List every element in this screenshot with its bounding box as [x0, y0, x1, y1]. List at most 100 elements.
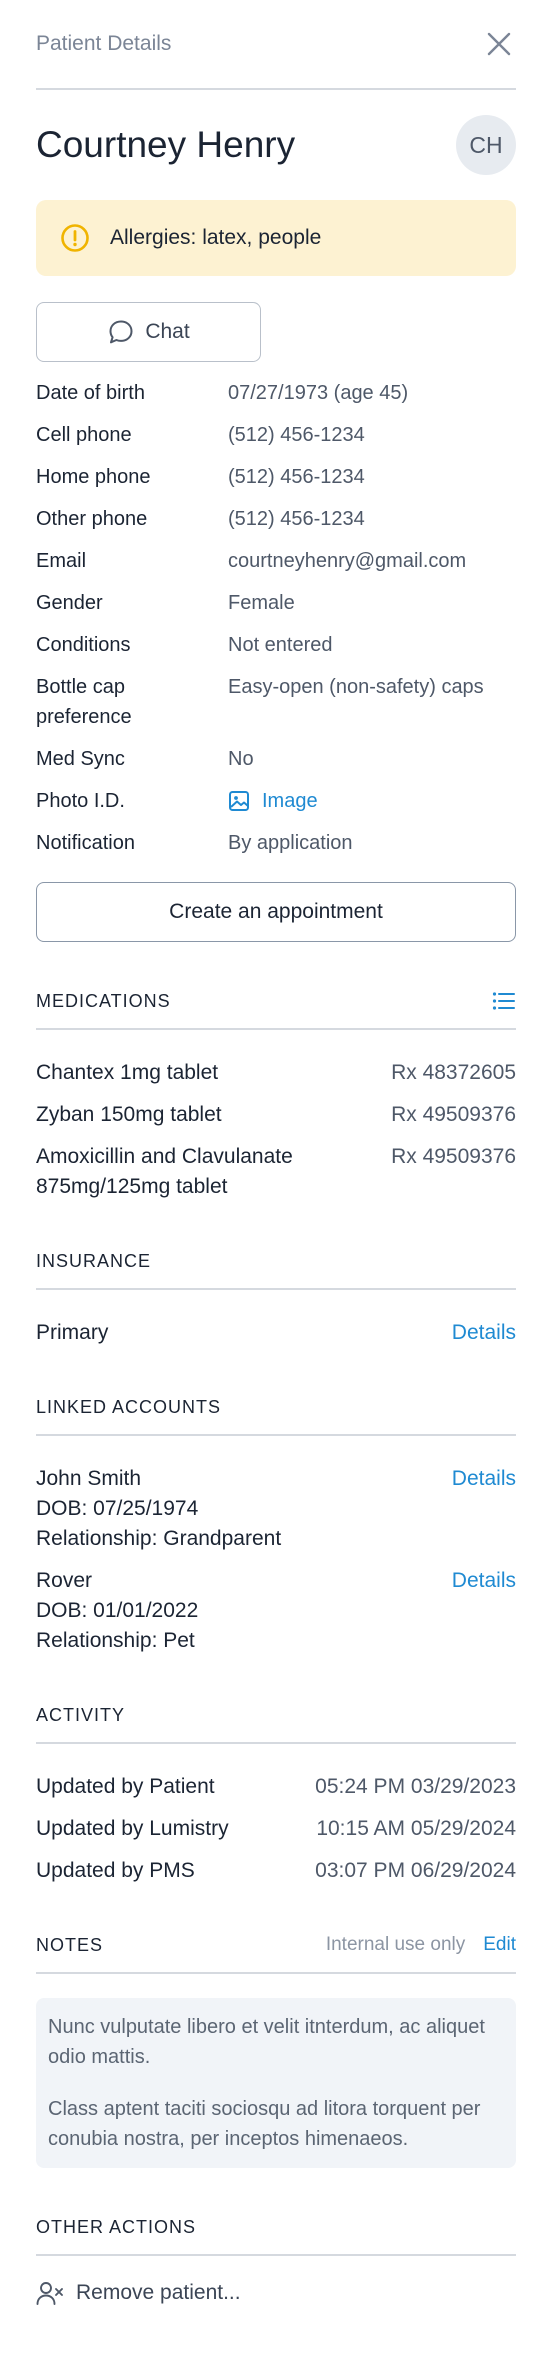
create-appointment-button[interactable]: Create an appointment: [36, 882, 516, 942]
activity-time: 03:07 PM 06/29/2024: [315, 1859, 516, 1882]
medication-name: Amoxicillin and Clavulanate 875mg/125mg …: [36, 1145, 293, 1198]
info-label: Email: [36, 550, 87, 572]
panel-header: Patient Details: [36, 0, 516, 90]
patient-header: Courtney Henry CH: [36, 90, 516, 200]
info-label: Med Sync: [36, 748, 125, 770]
notes-box: Nunc vulputate libero et velit itnterdum…: [36, 1998, 516, 2168]
other-actions-section: OTHER ACTIONS Remove patient...: [36, 2212, 516, 2306]
linked-accounts-section: LINKED ACCOUNTS John Smith DOB: 07/25/19…: [36, 1392, 516, 1656]
remove-patient-button[interactable]: Remove patient...: [36, 2280, 516, 2306]
linked-account-details-link[interactable]: Details: [452, 1566, 516, 1656]
activity-label: Updated by PMS: [36, 1859, 195, 1882]
section-title: NOTES: [36, 1934, 104, 1955]
insurance-details-link[interactable]: Details: [452, 1318, 516, 1348]
activity-row: Updated by Lumistry 10:15 AM 05/29/2024: [36, 1814, 516, 1844]
info-value: (512) 456-1234: [228, 508, 365, 530]
linked-account-info: John Smith DOB: 07/25/1974 Relationship:…: [36, 1464, 281, 1554]
info-value: courtneyhenry@gmail.com: [228, 550, 467, 572]
info-label: Other phone: [36, 508, 148, 530]
medication-row: Zyban 150mg tablet Rx 49509376: [36, 1100, 516, 1130]
info-value: Not entered: [228, 634, 333, 656]
section-title: OTHER ACTIONS: [36, 2216, 197, 2237]
notes-edit-link[interactable]: Edit: [483, 1934, 516, 1956]
activity-list: Updated by Patient 05:24 PM 03/29/2023 U…: [36, 1744, 516, 1886]
linked-account-name: John Smith: [36, 1467, 142, 1490]
linked-accounts-list: John Smith DOB: 07/25/1974 Relationship:…: [36, 1436, 516, 1656]
image-icon: [229, 791, 249, 811]
warning-circle-icon: [61, 224, 89, 252]
section-header: MEDICATIONS: [36, 986, 516, 1030]
notes-body: Nunc vulputate libero et velit itnterdum…: [36, 1974, 516, 2168]
patient-info-list: Date of birth 07/27/1973 (age 45) Cell p…: [36, 378, 516, 858]
notes-hint: Internal use only: [325, 1934, 466, 1955]
info-value: (512) 456-1234: [228, 424, 365, 446]
info-label: Bottle cap preference: [36, 676, 132, 728]
info-row-other-phone: Other phone (512) 456-1234: [36, 504, 516, 534]
linked-account-dob: DOB: 07/25/1974: [36, 1497, 199, 1520]
notes-actions: Internal use only Edit: [326, 1934, 516, 1956]
activity-row: Updated by PMS 03:07 PM 06/29/2024: [36, 1856, 516, 1886]
photo-id-link[interactable]: Image: [228, 786, 516, 816]
medication-name: Zyban 150mg tablet: [36, 1103, 222, 1126]
section-title: LINKED ACCOUNTS: [36, 1396, 222, 1417]
medication-rx: Rx 49509376: [391, 1145, 516, 1168]
medication-name: Chantex 1mg tablet: [36, 1061, 219, 1084]
close-icon: [487, 32, 511, 56]
close-button[interactable]: [482, 27, 516, 61]
note-paragraph: Class aptent taciti sociosqu ad litora t…: [48, 2098, 481, 2150]
medications-list: Chantex 1mg tablet Rx 48372605 Zyban 150…: [36, 1030, 516, 1202]
panel-title: Patient Details: [36, 32, 172, 55]
info-row-med-sync: Med Sync No: [36, 744, 516, 774]
allergy-text: Allergies: latex, people: [110, 226, 322, 249]
note-paragraph: Nunc vulputate libero et velit itnterdum…: [48, 2016, 485, 2068]
medication-rx: Rx 48372605: [391, 1061, 516, 1084]
info-row-notification: Notification By application: [36, 828, 516, 858]
chat-bubble-icon: [109, 320, 133, 344]
info-row-cell-phone: Cell phone (512) 456-1234: [36, 420, 516, 450]
chat-button-label: Chat: [145, 320, 190, 343]
info-label: Photo I.D.: [36, 790, 125, 812]
info-label: Gender: [36, 592, 103, 614]
linked-account-details-link[interactable]: Details: [452, 1464, 516, 1554]
patient-name: Courtney Henry: [36, 124, 296, 165]
activity-time: 10:15 AM 05/29/2024: [316, 1817, 516, 1840]
allergy-alert: Allergies: latex, people: [36, 200, 516, 276]
insurance-row: Primary Details: [36, 1318, 516, 1348]
info-row-bottle-cap: Bottle cap preference Easy-open (non-saf…: [36, 672, 516, 732]
info-row-dob: Date of birth 07/27/1973 (age 45): [36, 378, 516, 408]
info-label: Home phone: [36, 466, 151, 488]
section-title: ACTIVITY: [36, 1704, 126, 1725]
info-value: Easy-open (non-safety) caps: [228, 676, 484, 698]
avatar: CH: [456, 115, 516, 175]
info-value: No: [228, 748, 254, 770]
medication-row: Chantex 1mg tablet Rx 48372605: [36, 1058, 516, 1088]
medication-row: Amoxicillin and Clavulanate 875mg/125mg …: [36, 1142, 516, 1202]
section-header: INSURANCE: [36, 1246, 516, 1290]
section-header: NOTES Internal use only Edit: [36, 1930, 516, 1974]
section-header: OTHER ACTIONS: [36, 2212, 516, 2256]
linked-account: John Smith DOB: 07/25/1974 Relationship:…: [36, 1464, 516, 1554]
info-row-photo-id: Photo I.D. Image: [36, 786, 516, 816]
info-row-email: Email courtneyhenry@gmail.com: [36, 546, 516, 576]
info-value: 07/27/1973 (age 45): [228, 382, 409, 404]
list-icon[interactable]: [492, 991, 516, 1011]
section-header: LINKED ACCOUNTS: [36, 1392, 516, 1436]
info-value: By application: [228, 832, 353, 854]
linked-account-info: Rover DOB: 01/01/2022 Relationship: Pet: [36, 1566, 198, 1656]
remove-patient-label: Remove patient...: [76, 2281, 241, 2304]
medication-rx: Rx 49509376: [391, 1103, 516, 1126]
linked-account-relationship: Relationship: Grandparent: [36, 1527, 282, 1550]
info-row-gender: Gender Female: [36, 588, 516, 618]
activity-section: ACTIVITY Updated by Patient 05:24 PM 03/…: [36, 1700, 516, 1886]
activity-row: Updated by Patient 05:24 PM 03/29/2023: [36, 1772, 516, 1802]
linked-account-dob: DOB: 01/01/2022: [36, 1599, 199, 1622]
notes-section: NOTES Internal use only Edit Nunc vulput…: [36, 1930, 516, 2168]
info-value: Female: [228, 592, 295, 614]
chat-button[interactable]: Chat: [36, 302, 261, 362]
insurance-section: INSURANCE Primary Details: [36, 1246, 516, 1348]
info-row-home-phone: Home phone (512) 456-1234: [36, 462, 516, 492]
medications-section: MEDICATIONS Chantex 1mg tablet Rx 483726…: [36, 986, 516, 1202]
section-header: ACTIVITY: [36, 1700, 516, 1744]
activity-time: 05:24 PM 03/29/2023: [315, 1775, 516, 1798]
linked-account-relationship: Relationship: Pet: [36, 1629, 195, 1652]
